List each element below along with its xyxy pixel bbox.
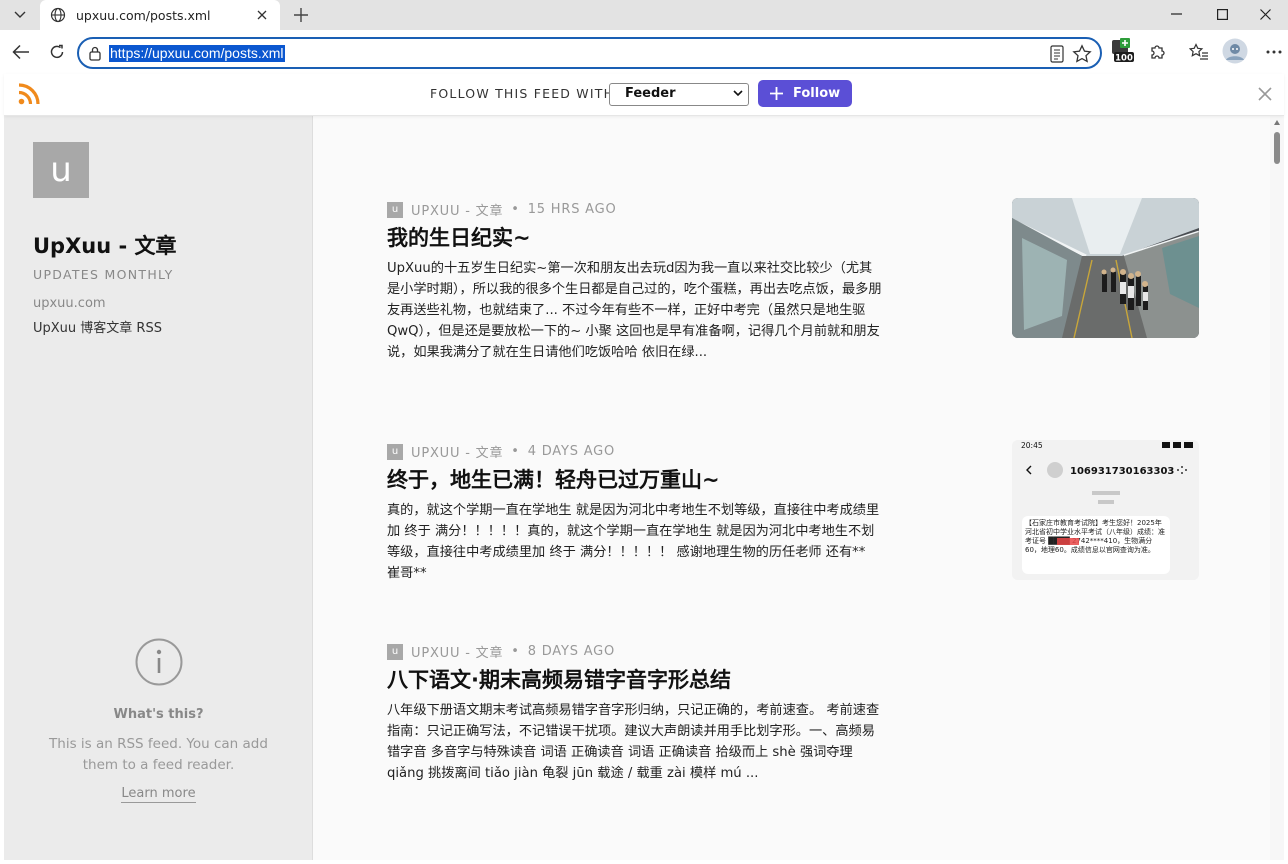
arrow-left-icon — [12, 44, 29, 60]
entry-title[interactable]: 我的生日纪实~ — [387, 222, 531, 252]
profile-avatar-button[interactable] — [1222, 38, 1248, 64]
refresh-button[interactable] — [45, 40, 69, 64]
chevron-down-icon — [733, 90, 743, 97]
page-scrollbar[interactable] — [1270, 116, 1284, 860]
chevron-down-icon — [14, 11, 26, 18]
entry-meta: u UPXUU - 文章 • 15 HRS AGO — [387, 200, 617, 219]
info-icon — [135, 638, 182, 686]
new-tab-button[interactable] — [290, 4, 312, 26]
close-icon — [257, 10, 267, 20]
entry-source: UPXUU - 文章 — [411, 446, 504, 461]
navigation-bar: https://upxuu.com/posts.xml 100 — [0, 30, 1288, 74]
entry-title[interactable]: 终于，地生已满！轻舟已过万重山~ — [387, 464, 720, 494]
extensions-menu-button[interactable] — [1146, 40, 1170, 64]
entry-time: 4 DAYS AGO — [527, 444, 616, 459]
refresh-icon — [50, 44, 64, 59]
meta-separator: • — [511, 202, 520, 217]
feed-page: u UpXuu - 文章 UPDATES MONTHLY upxuu.com U… — [4, 116, 1284, 860]
close-icon — [1259, 8, 1271, 20]
entry-summary: 真的，就这个学期一直在学地生 就是因为河北中考地生不划等级，直接往中考成绩里加 … — [387, 503, 880, 581]
address-bar[interactable]: https://upxuu.com/posts.xml — [77, 37, 1102, 69]
favorites-list-icon — [1189, 43, 1208, 60]
entry-summary: UpXuu的十五岁生日纪实~第一次和朋友出去玩d因为我一直以来社交比较少（尤其是… — [387, 261, 882, 360]
status-time: 20:45 — [1021, 441, 1043, 450]
site-title: UpXuu - 文章 — [33, 234, 177, 258]
rss-info-box: What's this? This is an RSS feed. You ca… — [4, 638, 313, 803]
favorites-button[interactable] — [1187, 40, 1211, 64]
update-frequency: UPDATES MONTHLY — [33, 267, 174, 282]
follow-label: FOLLOW THIS FEED WITH — [430, 86, 615, 101]
tab-title: upxuu.com/posts.xml — [76, 7, 211, 23]
lock-icon — [89, 46, 101, 61]
entry-source-avatar: u — [387, 201, 403, 218]
minimize-button[interactable] — [1153, 0, 1199, 28]
minimize-icon — [1170, 13, 1182, 15]
learn-more-link[interactable]: Learn more — [121, 786, 196, 803]
info-text: This is an RSS feed. You can add them to… — [49, 736, 268, 773]
extension-badge-count: 100 — [1115, 54, 1133, 64]
follow-feed-bar: FOLLOW THIS FEED WITH Feeder Follow — [4, 74, 1284, 116]
extension-button[interactable]: 100 — [1110, 38, 1136, 64]
feed-reader-select[interactable]: Feeder — [609, 83, 749, 106]
star-icon — [1072, 44, 1092, 63]
entry-meta: u UPXUU - 文章 • 4 DAYS AGO — [387, 442, 615, 461]
maximize-button[interactable] — [1199, 0, 1245, 28]
settings-menu-button[interactable] — [1262, 40, 1286, 64]
avatar — [1222, 38, 1248, 64]
maximize-icon — [1216, 8, 1228, 20]
window-close-button[interactable] — [1242, 0, 1288, 28]
entry-time: 8 DAYS AGO — [527, 644, 616, 659]
browser-tab[interactable]: upxuu.com/posts.xml — [40, 0, 280, 30]
tab-close-button[interactable] — [254, 7, 270, 23]
sms-screenshot: 20:45 106931730163303 【石家庄市教育考试院】考生您好！20… — [1012, 440, 1199, 580]
sidebar: u UpXuu - 文章 UPDATES MONTHLY upxuu.com U… — [4, 116, 313, 860]
entry-summary: 八年级下册语文期末考试高频易错字音字形归纳，只记正确的，考前速查。 考前速查指南… — [387, 703, 880, 781]
sms-sender-number: 106931730163303 — [1070, 466, 1174, 477]
scroll-up-arrow-icon[interactable] — [1274, 120, 1280, 125]
subway-platform-photo — [1012, 198, 1199, 338]
tab-actions-button[interactable] — [8, 3, 32, 27]
plus-icon — [770, 87, 783, 100]
rss-icon — [18, 83, 40, 105]
entry-thumbnail-sms-screenshot[interactable]: 20:45 106931730163303 【石家庄市教育考试院】考生您好！20… — [1012, 440, 1199, 580]
puzzle-icon — [1151, 45, 1165, 59]
sms-text: 【石家庄市教育考试院】考生您好！2025年河北省初中学业水平考试（八年级）成绩：… — [1025, 519, 1165, 554]
url-text[interactable]: https://upxuu.com/posts.xml — [109, 45, 285, 62]
close-icon[interactable] — [1257, 86, 1273, 102]
feed-reader-selected: Feeder — [625, 86, 676, 101]
entry-source: UPXUU - 文章 — [411, 204, 504, 219]
entry-source-avatar: u — [387, 443, 403, 460]
back-button[interactable] — [9, 40, 33, 64]
tab-strip: upxuu.com/posts.xml — [0, 0, 1288, 30]
site-domain: upxuu.com — [33, 296, 106, 311]
meta-separator: • — [511, 444, 520, 459]
plus-icon — [294, 8, 308, 22]
follow-button-label: Follow — [793, 86, 841, 101]
site-avatar: u — [33, 142, 89, 198]
entry-meta: u UPXUU - 文章 • 8 DAYS AGO — [387, 642, 615, 661]
follow-button[interactable]: Follow — [758, 80, 852, 107]
entry-thumbnail-subway-platform[interactable] — [1012, 198, 1199, 338]
reader-view-icon — [1050, 45, 1064, 63]
scrollbar-thumb[interactable] — [1274, 132, 1280, 164]
entry-source: UPXUU - 文章 — [411, 646, 504, 661]
meta-separator: • — [511, 644, 520, 659]
extension-badge-icon: 100 — [1112, 38, 1134, 64]
entry-source-avatar: u — [387, 643, 403, 660]
site-description: UpXuu 博客文章 RSS — [33, 321, 162, 336]
entry-time: 15 HRS AGO — [527, 202, 617, 217]
info-title: What's this? — [113, 707, 204, 722]
more-horizontal-icon — [1266, 50, 1282, 54]
globe-icon — [50, 7, 66, 23]
entry-title[interactable]: 八下语文·期末高频易错字音字形总结 — [387, 664, 731, 694]
favorite-button[interactable] — [1072, 44, 1092, 68]
reader-view-button[interactable] — [1050, 45, 1064, 67]
